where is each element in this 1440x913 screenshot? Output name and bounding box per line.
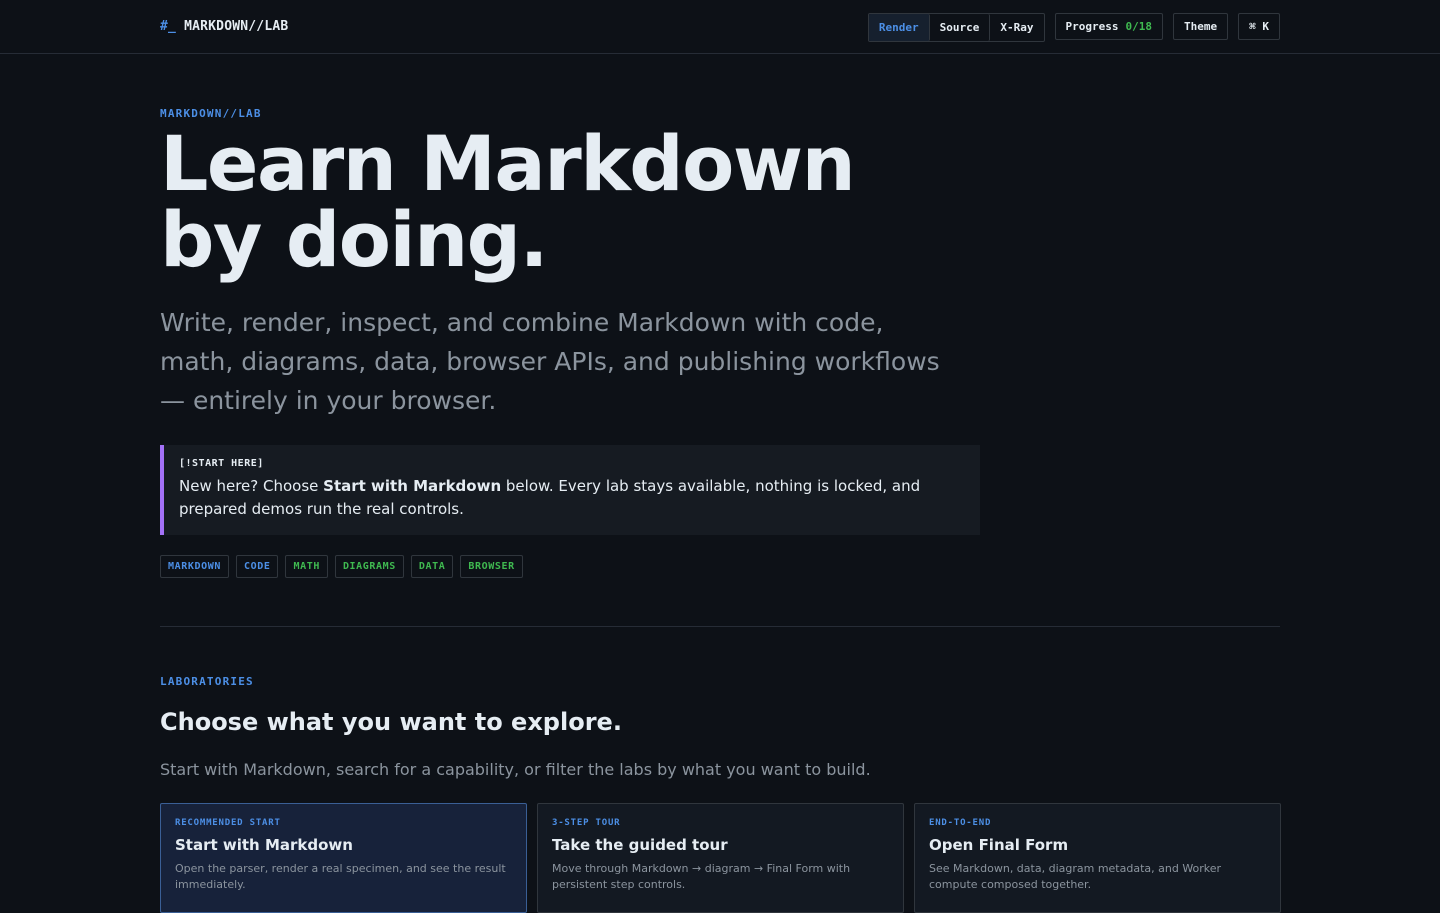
chip-data[interactable]: DATA: [410, 555, 454, 578]
view-render-button[interactable]: Render: [868, 14, 930, 41]
card-start-with-markdown[interactable]: RECOMMENDED START Start with Markdown Op…: [160, 803, 527, 913]
card-kicker: RECOMMENDED START: [175, 818, 281, 828]
card-final-form[interactable]: END-TO-END Open Final Form See Markdown,…: [914, 803, 1281, 913]
card-title: Open Final Form: [929, 836, 1069, 854]
callout-tag: [!START HERE]: [179, 458, 264, 469]
card-guided-tour[interactable]: 3-STEP TOUR Take the guided tour Move th…: [537, 803, 904, 913]
view-source-button[interactable]: Source: [929, 14, 991, 41]
card-description: Move through Markdown → diagram → Final …: [552, 862, 851, 891]
chip-markdown[interactable]: MARKDOWN: [160, 555, 229, 578]
labs-title: Choose what you want to explore.: [160, 708, 622, 736]
theme-button[interactable]: Theme: [1173, 13, 1229, 40]
chip-code[interactable]: CODE: [235, 555, 279, 578]
brand-name: MARKDOWN//LAB: [184, 19, 289, 34]
chip-math[interactable]: MATH: [285, 555, 328, 578]
brand-prefix: #_: [160, 19, 177, 34]
callout-text-before: New here? Choose: [179, 477, 324, 495]
topic-chips: MARKDOWN CODE MATH DIAGRAMS DATA BROWSER: [160, 555, 523, 578]
card-description: Open the parser, render a real specimen,…: [175, 862, 506, 891]
card-title: Start with Markdown: [175, 836, 353, 854]
card-kicker: END-TO-END: [929, 818, 992, 828]
labs-description: Start with Markdown, search for a capabi…: [160, 760, 871, 779]
start-here-callout: [!START HERE] New here? Choose Start wit…: [160, 445, 980, 535]
progress-button[interactable]: Progress 0/18: [1054, 13, 1163, 40]
progress-count: 0/18: [1125, 20, 1153, 33]
view-xray-button[interactable]: X-Ray: [990, 14, 1044, 41]
callout-text: New here? Choose Start with Markdown bel…: [179, 475, 965, 521]
top-nav: #_ MARKDOWN//LAB Render Source X-Ray Prog…: [0, 0, 1440, 54]
brand-logo[interactable]: #_ MARKDOWN//LAB: [160, 19, 288, 34]
nav-actions: Render Source X-Ray Progress 0/18 Theme …: [867, 13, 1280, 42]
card-kicker: 3-STEP TOUR: [552, 818, 621, 828]
chip-diagrams[interactable]: DIAGRAMS: [334, 555, 404, 578]
hero-subtitle: Write, render, inspect, and combine Mark…: [160, 308, 940, 415]
progress-label: Progress: [1065, 20, 1119, 33]
chip-browser[interactable]: BROWSER: [460, 555, 523, 578]
card-description: See Markdown, data, diagram metadata, an…: [929, 862, 1222, 891]
command-palette-button[interactable]: ⌘ K: [1238, 13, 1280, 40]
section-divider: [160, 626, 1280, 627]
hero-title: Learn Markdown by doing.: [160, 126, 856, 278]
callout-text-bold: Start with Markdown: [323, 477, 502, 495]
view-mode-switch: Render Source X-Ray: [867, 13, 1045, 42]
lab-cards: RECOMMENDED START Start with Markdown Op…: [160, 803, 1281, 913]
hero-title-line-2: by doing.: [160, 195, 548, 284]
card-title: Take the guided tour: [552, 836, 728, 854]
labs-eyebrow: LABORATORIES: [160, 675, 254, 688]
